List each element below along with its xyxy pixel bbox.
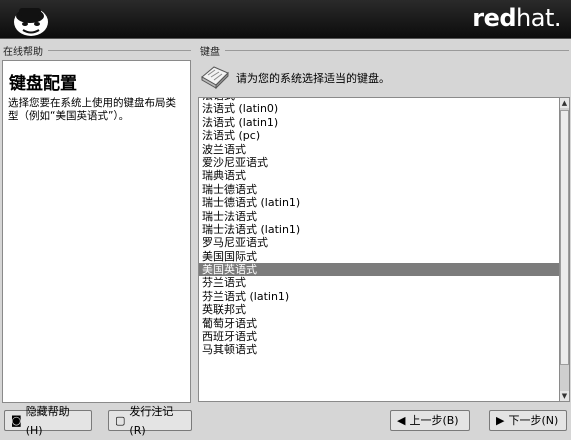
list-item[interactable]: 瑞士德语式 (latin1) — [199, 196, 559, 209]
list-item[interactable]: 瑞典语式 — [199, 169, 559, 182]
list-item[interactable]: 法语式 (latin1) — [199, 116, 559, 129]
back-button[interactable]: ◀ 上一步(B) — [390, 410, 470, 431]
list-item[interactable]: 瑞士法语式 — [199, 210, 559, 223]
next-arrow-icon: ▶ — [496, 414, 505, 427]
list-item[interactable]: 瑞士法语式 (latin1) — [199, 223, 559, 236]
help-toggle-icon: ◙ — [11, 414, 22, 427]
help-group-label: 在线帮助 — [3, 47, 43, 58]
redhat-wordmark: redhat. — [472, 4, 561, 32]
help-panel: 键盘配置 选择您要在系统上使用的键盘布局类型（例如“美国英语式”）。 — [2, 60, 191, 403]
list-scrollbar[interactable]: ▲ ▼ — [560, 97, 570, 402]
list-item[interactable]: 芬兰语式 (latin1) — [199, 290, 559, 303]
document-icon: ▢ — [115, 414, 126, 427]
list-item[interactable]: 西班牙语式 — [199, 330, 559, 343]
back-label: 上一步(B) — [409, 414, 459, 427]
list-item[interactable]: 马其顿语式 — [199, 343, 559, 356]
list-item-selected[interactable]: 美国英语式 — [199, 263, 559, 277]
list-item[interactable]: 波兰语式 — [199, 143, 559, 156]
list-item[interactable]: 英联邦式 — [199, 303, 559, 316]
shadowman-logo-icon — [14, 8, 48, 36]
list-item[interactable]: 芬兰语式 — [199, 276, 559, 289]
keyboard-icon — [201, 66, 229, 89]
help-title: 键盘配置 — [9, 74, 77, 94]
header-banner: redhat. — [0, 0, 571, 39]
back-arrow-icon: ◀ — [397, 414, 406, 427]
bottom-button-bar: ◙ 隐藏帮助(H) ▢ 发行注记(R) ◀ 上一步(B) ▶ 下一步(N) — [0, 405, 571, 437]
scroll-up-arrow-icon[interactable]: ▲ — [560, 98, 569, 108]
list-item[interactable]: 葡萄牙语式 — [199, 317, 559, 330]
next-label: 下一步(N) — [508, 414, 559, 427]
list-item[interactable]: 瑞士德语式 — [199, 183, 559, 196]
scrollbar-thumb[interactable] — [560, 110, 569, 365]
list-item[interactable]: 罗马尼亚语式 — [199, 236, 559, 249]
list-item[interactable]: 美国国际式 — [199, 250, 559, 263]
keyboard-instruction: 请为您的系统选择适当的键盘。 — [236, 72, 390, 85]
list-item[interactable]: 法语式 (latin0) — [199, 102, 559, 115]
hide-help-button[interactable]: ◙ 隐藏帮助(H) — [4, 405, 92, 437]
scroll-down-arrow-icon[interactable]: ▼ — [560, 391, 569, 401]
next-button[interactable]: ▶ 下一步(N) — [489, 410, 567, 431]
keyboard-group-label: 键盘 — [200, 47, 220, 58]
release-notes-button[interactable]: ▢ 发行注记(R) — [108, 405, 192, 437]
help-group-divider — [48, 50, 191, 51]
list-item[interactable]: 爱沙尼亚语式 — [199, 156, 559, 169]
help-body-text: 选择您要在系统上使用的键盘布局类型（例如“美国英语式”）。 — [8, 97, 176, 122]
keyboard-layout-list[interactable]: 法语式法语式 (latin0)法语式 (latin1)法语式 (pc)波兰语式爱… — [198, 97, 560, 402]
keyboard-group-divider — [225, 50, 569, 51]
list-item[interactable]: 法语式 (pc) — [199, 129, 559, 142]
